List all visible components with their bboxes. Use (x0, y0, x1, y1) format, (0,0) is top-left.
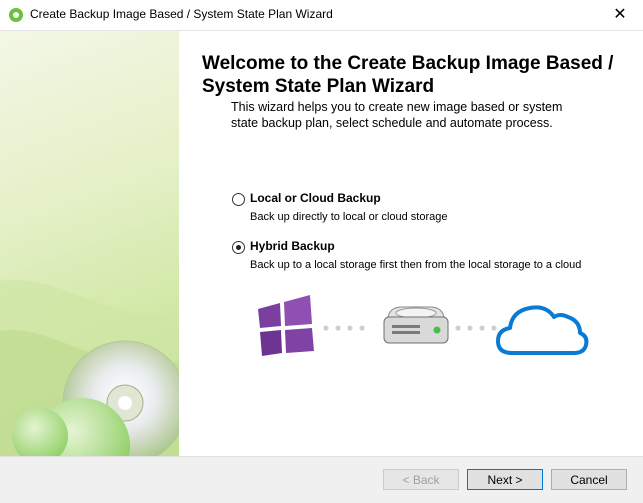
intro-text: This wizard helps you to create new imag… (231, 100, 563, 130)
hard-drive-icon (383, 306, 449, 344)
title-bar: Create Backup Image Based / System State… (0, 0, 643, 31)
option-description: Back up directly to local or cloud stora… (250, 211, 448, 223)
wizard-content: Welcome to the Create Backup Image Based… (180, 31, 643, 456)
connector-dots-right (455, 325, 497, 331)
windows-icon (258, 295, 314, 356)
option-label[interactable]: Local or Cloud Backup (250, 191, 381, 205)
hybrid-illustration (250, 293, 600, 368)
back-button[interactable]: < Back (383, 469, 459, 490)
window-title: Create Backup Image Based / System State… (30, 7, 333, 21)
page-title: Welcome to the Create Backup Image Based… (202, 53, 614, 97)
connector-dots-left (323, 325, 365, 331)
hybrid-radio[interactable] (232, 241, 245, 254)
banner-disc-icon (0, 279, 179, 456)
wizard-footer: < Back Next > Cancel (0, 456, 643, 503)
wizard-banner (0, 31, 179, 456)
option-description: Back up to a local storage first then fr… (250, 259, 582, 271)
close-icon[interactable]: ✕ (597, 0, 643, 30)
app-icon (9, 8, 23, 22)
local-or-cloud-radio[interactable] (232, 193, 245, 206)
cloud-icon (496, 305, 589, 355)
next-button[interactable]: Next > (467, 469, 543, 490)
cancel-button[interactable]: Cancel (551, 469, 627, 490)
option-label[interactable]: Hybrid Backup (250, 239, 335, 253)
